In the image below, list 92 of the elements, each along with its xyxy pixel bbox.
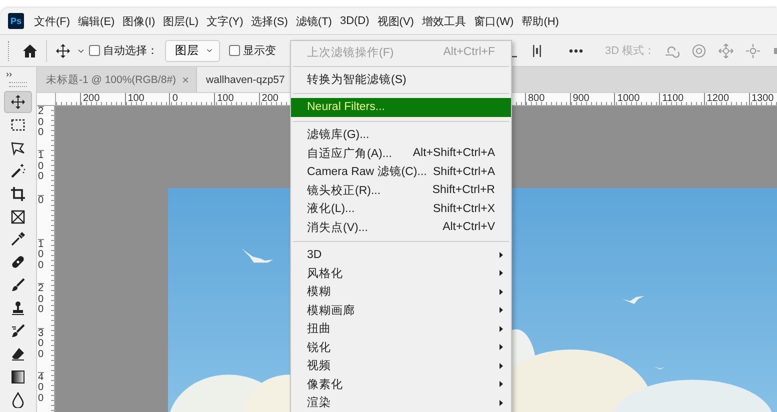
menu-item[interactable]: Camera Raw 滤镜(C)... Shift+Ctrl+A [291, 162, 511, 181]
menu-item[interactable]: 风格化 [291, 264, 511, 282]
checkbox[interactable] [229, 45, 240, 56]
home-icon [22, 42, 38, 58]
ruler-label: 100 [38, 238, 44, 272]
menu-item[interactable]: 液化(L)... Shift+Ctrl+X [291, 200, 511, 218]
ruler-label: 100 [38, 150, 44, 183]
ruler-label: 200 [80, 93, 100, 105]
shortcut-label: Alt+Ctrl+F [443, 46, 495, 58]
ruler-label: 1000 [614, 93, 640, 105]
ruler-label: 100 [214, 93, 234, 105]
ruler-label: 400 [38, 372, 44, 404]
crop-icon [10, 186, 26, 202]
expand-icon[interactable]: ›› [6, 69, 12, 79]
shortcut-label: Shift+Ctrl+X [433, 202, 495, 215]
pan-icon [718, 42, 734, 58]
eyedropper-icon [10, 231, 26, 248]
submenu-arrow-icon [497, 398, 505, 407]
menu-item[interactable]: 增效工具 [422, 14, 466, 28]
document-tab[interactable]: wallhaven-qzp57 [197, 67, 293, 92]
shortcut-label: Shift+Ctrl+A [433, 166, 495, 178]
submenu-arrow-icon [497, 324, 505, 333]
shortcut-label: Alt+Shift+Ctrl+A [412, 147, 495, 160]
menu-item[interactable]: 文件(F) [34, 14, 70, 28]
menu-item[interactable]: 编辑(E) [78, 14, 115, 28]
submenu-arrow-icon [497, 288, 505, 296]
menu-item[interactable]: 视图(V) [377, 14, 414, 28]
menu-item[interactable]: 镜头校正(R)... Shift+Ctrl+R [291, 181, 511, 200]
menu-item[interactable]: 3D(D) [340, 15, 370, 27]
menu-item[interactable]: 滤镜库(G)... [291, 126, 511, 144]
ruler-label: 200 [38, 283, 44, 316]
submenu-arrow-icon [497, 306, 505, 314]
menu-item[interactable]: 选择(S) [251, 14, 288, 28]
move-icon [10, 94, 26, 110]
more-button[interactable] [567, 46, 585, 54]
submenu-arrow-icon [497, 362, 505, 370]
menu-item[interactable]: 窗口(W) [474, 14, 514, 28]
menu-item[interactable]: 文字(Y) [206, 14, 244, 28]
lasso-icon [10, 140, 26, 156]
ruler-label: 200 [38, 106, 44, 138]
marquee-icon [10, 116, 26, 133]
layer-dropdown[interactable]: 图层 [165, 40, 220, 62]
menu-item[interactable]: 转换为智能滤镜(S) [291, 70, 511, 89]
more-icon [569, 48, 583, 52]
submenu-arrow-icon [497, 343, 505, 352]
checkbox-label: 自动选择： [103, 44, 158, 58]
menu-item[interactable]: 模糊 [291, 282, 511, 301]
menu-item[interactable]: 图层(L) [163, 14, 199, 28]
menu-item[interactable]: 滤镜(T) [296, 14, 332, 28]
shortcut-label: Alt+Ctrl+V [442, 221, 495, 234]
magic-wand-icon [10, 162, 26, 179]
menu-item[interactable]: 模糊画廊 [291, 301, 511, 320]
submenu-arrow-icon [497, 380, 505, 388]
frame-icon [10, 208, 26, 225]
ruler-label: 0 [169, 93, 178, 105]
move-icon [55, 42, 71, 58]
menu-item[interactable]: Neural Filters... [291, 98, 511, 116]
ruler-label: 200 [258, 93, 278, 105]
menu-item[interactable]: 锐化 [291, 338, 511, 356]
checkbox[interactable] [89, 45, 100, 56]
ruler-label: 900 [570, 93, 590, 105]
stamp-icon [10, 300, 26, 316]
history-brush-icon [10, 323, 26, 340]
ruler-label: 100 [124, 93, 144, 105]
drop-icon [10, 392, 26, 408]
slide-icon [745, 42, 762, 58]
ruler-label: 300 [38, 328, 44, 360]
menu-item[interactable]: 视频 [291, 356, 511, 375]
ruler-label: 800 [525, 93, 545, 105]
ruler-label: 1100 [659, 93, 684, 105]
menu-item[interactable]: 渲染 [291, 394, 511, 412]
menu-item[interactable]: 消失点(V)... Alt+Ctrl+V [291, 218, 511, 236]
menu-item[interactable]: 扭曲 [291, 320, 511, 338]
roll-icon [691, 42, 708, 58]
checkbox-label: 显示变 [243, 44, 276, 58]
submenu-arrow-icon [497, 269, 505, 278]
menu-item[interactable]: 图像(I) [122, 14, 156, 28]
gradient-icon [10, 369, 26, 385]
menu-item[interactable]: 3D [291, 246, 511, 264]
shortcut-label: Shift+Ctrl+R [432, 184, 495, 196]
tool-button[interactable] [4, 90, 32, 113]
menu-item[interactable]: 帮助(H) [522, 14, 559, 28]
eraser-icon [10, 346, 26, 362]
submenu-arrow-icon [497, 250, 505, 259]
menu-item[interactable]: 像素化 [291, 375, 511, 394]
app-logo: Ps [8, 13, 24, 29]
ruler-label: 0 [38, 194, 44, 206]
brush-icon [10, 277, 26, 294]
mode-label: 3D 模式： [605, 44, 656, 58]
ruler-label: 1200 [704, 93, 730, 105]
menu-item[interactable]: 自适应广角(A)... Alt+Shift+Ctrl+A [291, 144, 511, 162]
ruler-label: 1300 [748, 93, 774, 105]
